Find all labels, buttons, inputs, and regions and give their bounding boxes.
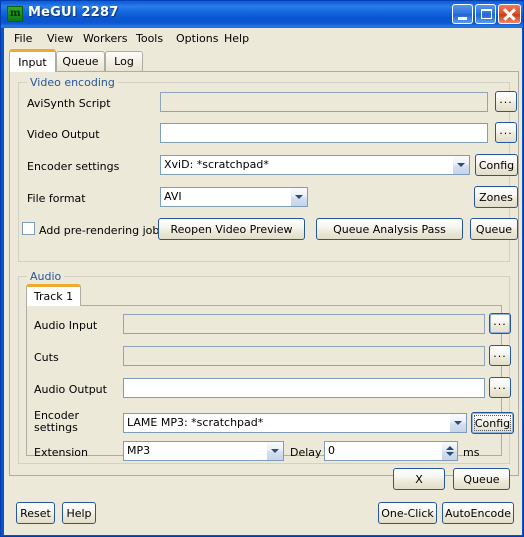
menu-item-view[interactable]: View — [42, 31, 78, 46]
menu-item-tools[interactable]: Tools — [131, 31, 168, 46]
file-format-combo[interactable]: AVI — [160, 187, 308, 207]
reset-button[interactable]: Reset — [16, 502, 55, 524]
minimize-icon — [458, 17, 467, 20]
chevron-down-icon[interactable] — [290, 188, 307, 206]
maximize-icon — [481, 9, 492, 19]
add-pre-rendering-job-checkbox[interactable] — [22, 222, 35, 235]
cuts-browse-button[interactable]: ... — [489, 345, 511, 366]
chevron-down-icon[interactable] — [266, 442, 283, 460]
main-tabstrip: Input Queue Log Video encoding AviSynth … — [9, 49, 519, 490]
window-title: MeGUI 2287 — [28, 5, 119, 20]
video-output-input[interactable] — [160, 123, 488, 143]
audio-encoder-settings-label-line2: settings — [34, 421, 78, 434]
chevron-down-icon[interactable] — [449, 414, 466, 432]
audio-output-input[interactable] — [123, 378, 485, 398]
video-output-browse-button[interactable]: ... — [495, 122, 517, 143]
audio-input-label: Audio Input — [34, 319, 98, 332]
menu-item-help[interactable]: Help — [219, 31, 254, 46]
video-queue-button[interactable]: Queue — [470, 218, 518, 240]
megui-main-window: m MeGUI 2287 File View Workers Tools Opt… — [0, 0, 524, 537]
audio-config-button[interactable]: Config — [471, 412, 514, 434]
client-area: File View Workers Tools Options Help Inp… — [4, 28, 522, 535]
delay-units-label: ms — [463, 446, 480, 459]
audio-input-browse-button[interactable]: ... — [489, 313, 511, 334]
audio-config-button-label: Config — [474, 416, 511, 430]
tab-track-1[interactable]: Track 1 — [26, 284, 81, 306]
avisynth-script-label: AviSynth Script — [27, 97, 111, 110]
chevron-down-icon[interactable] — [446, 452, 454, 456]
avisynth-script-input[interactable] — [160, 92, 488, 112]
close-button[interactable] — [498, 4, 521, 24]
one-click-button[interactable]: One-Click — [378, 502, 437, 524]
audio-legend: Audio — [27, 270, 65, 283]
avisynth-script-browse-button[interactable]: ... — [495, 91, 517, 112]
video-encoding-legend: Video encoding — [27, 76, 118, 89]
delay-label: Delay — [290, 446, 322, 459]
file-format-value: AVI — [164, 190, 182, 203]
tab-input[interactable]: Input — [9, 49, 56, 72]
chevron-down-icon[interactable] — [452, 156, 469, 174]
extension-value: MP3 — [127, 444, 151, 457]
audio-output-browse-button[interactable]: ... — [489, 377, 511, 398]
extension-combo[interactable]: MP3 — [123, 441, 284, 461]
video-config-button[interactable]: Config — [475, 154, 518, 176]
audio-encoder-settings-value: LAME MP3: *scratchpad* — [127, 416, 264, 429]
delay-value: 0 — [328, 444, 335, 457]
audio-output-label: Audio Output — [34, 383, 107, 396]
maximize-button[interactable] — [475, 4, 496, 24]
tab-log[interactable]: Log — [105, 51, 143, 71]
extension-label: Extension — [34, 446, 89, 459]
title-bar: m MeGUI 2287 — [1, 1, 523, 28]
video-encoder-settings-combo[interactable]: XviD: *scratchpad* — [160, 155, 470, 175]
audio-queue-button[interactable]: Queue — [453, 468, 510, 490]
menu-item-workers[interactable]: Workers — [78, 31, 132, 46]
file-format-label: File format — [27, 192, 86, 205]
video-output-label: Video Output — [27, 128, 100, 141]
tab-queue[interactable]: Queue — [56, 51, 105, 71]
zones-button[interactable]: Zones — [474, 186, 518, 208]
spinner-arrows[interactable] — [441, 442, 457, 460]
video-encoder-settings-value: XviD: *scratchpad* — [164, 158, 269, 171]
help-button[interactable]: Help — [62, 502, 96, 524]
delay-stepper[interactable]: 0 — [324, 441, 458, 461]
app-icon: m — [7, 6, 23, 22]
minimize-button[interactable] — [452, 4, 473, 24]
queue-analysis-pass-button[interactable]: Queue Analysis Pass — [316, 218, 463, 240]
menu-item-options[interactable]: Options — [171, 31, 223, 46]
chevron-up-icon[interactable] — [446, 446, 454, 450]
cuts-label: Cuts — [34, 351, 59, 364]
audio-remove-track-button[interactable]: X — [393, 468, 445, 490]
input-tab-panel: Video encoding AviSynth Script ... Video… — [9, 71, 519, 490]
reopen-video-preview-button[interactable]: Reopen Video Preview — [158, 218, 305, 240]
auto-encode-button[interactable]: AutoEncode — [442, 502, 514, 524]
menu-bar: File View Workers Tools Options Help — [4, 28, 522, 49]
video-encoder-settings-label: Encoder settings — [27, 160, 120, 173]
menu-item-file[interactable]: File — [9, 31, 37, 46]
add-pre-rendering-job-label: Add pre-rendering job — [39, 224, 160, 237]
audio-input-input[interactable] — [123, 314, 485, 334]
audio-encoder-settings-combo[interactable]: LAME MP3: *scratchpad* — [123, 413, 467, 433]
app-icon-glyph: m — [10, 8, 21, 19]
cuts-input[interactable] — [123, 346, 485, 366]
